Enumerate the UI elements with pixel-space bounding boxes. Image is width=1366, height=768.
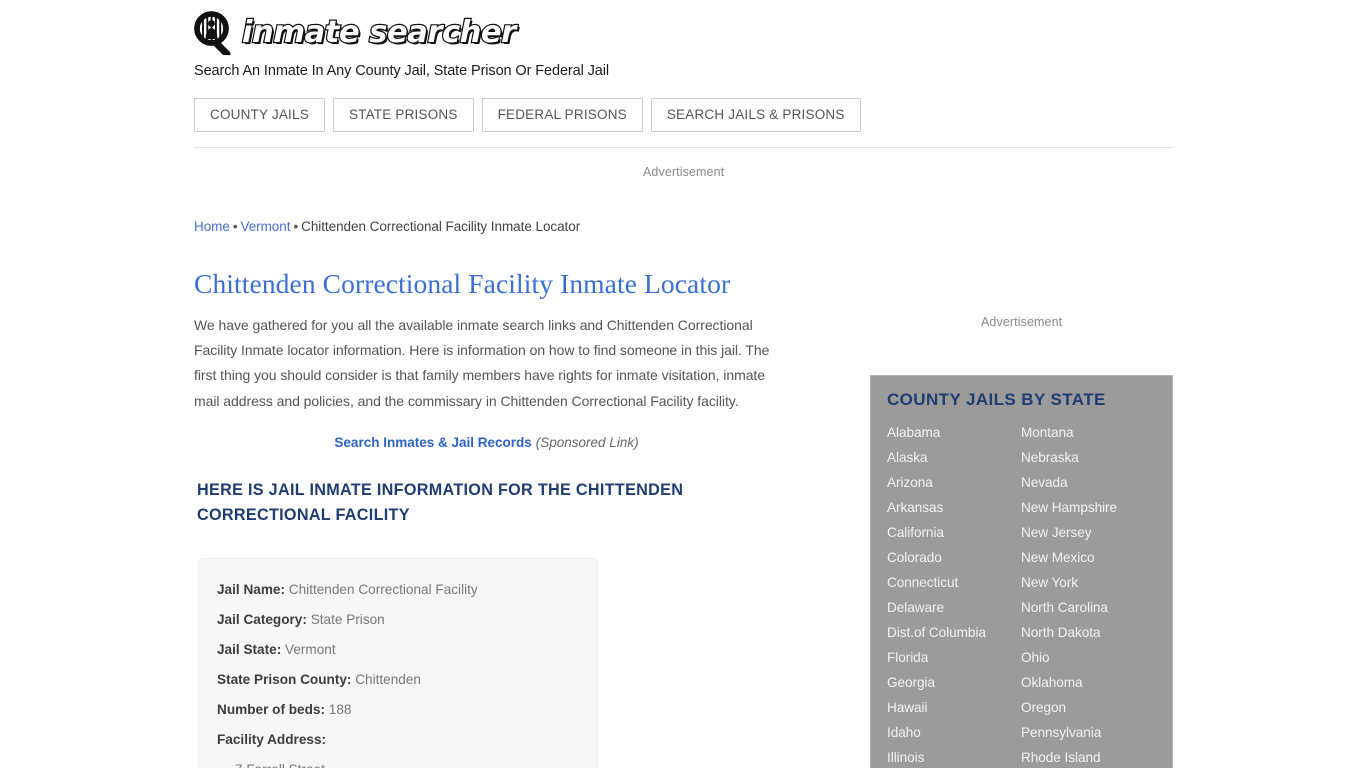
info-row-facility-address: Facility Address: <box>217 725 579 755</box>
state-link-florida[interactable]: Florida <box>887 645 1021 670</box>
state-link-arizona[interactable]: Arizona <box>887 470 1021 495</box>
state-links-grid: Alabama Montana Alaska Nebraska Arizona … <box>887 420 1156 768</box>
state-link-hawaii[interactable]: Hawaii <box>887 695 1021 720</box>
info-value: 188 <box>328 702 352 717</box>
sidebar-advertisement-label: Advertisement <box>981 315 1063 329</box>
info-row-jail-category: Jail Category: State Prison <box>217 605 579 635</box>
site-tagline: Search An Inmate In Any County Jail, Sta… <box>194 63 610 79</box>
state-link-montana[interactable]: Montana <box>1021 420 1156 445</box>
breadcrumb-home-link[interactable]: Home <box>194 219 230 234</box>
site-logo[interactable]: inmate searcher <box>194 10 1174 58</box>
info-value: State Prison <box>310 612 385 627</box>
main-navigation: COUNTY JAILS STATE PRISONS FEDERAL PRISO… <box>194 98 861 132</box>
intro-paragraph: We have gathered for you all the availab… <box>194 317 770 409</box>
nav-item-search-jails-prisons[interactable]: SEARCH JAILS & PRISONS <box>650 98 861 132</box>
breadcrumb-separator: • <box>293 219 299 234</box>
sponsored-link-tag: (Sponsored Link) <box>535 435 639 450</box>
breadcrumb-state-link[interactable]: Vermont <box>241 219 291 234</box>
top-advertisement-label: Advertisement <box>643 165 725 179</box>
sponsored-link-row: Search Inmates & Jail Records (Sponsored … <box>194 435 779 450</box>
state-link-dist-of-columbia[interactable]: Dist.of Columbia <box>887 620 1021 645</box>
breadcrumb: Home • Vermont • Chittenden Correctional Fac… <box>194 219 580 234</box>
magnifier-prison-bars-icon <box>194 11 240 58</box>
page-title: Chittenden Correctional Facility Inmate … <box>194 268 731 299</box>
section-heading: HERE IS JAIL INMATE INFORMATION FOR THE … <box>197 481 684 524</box>
state-link-new-mexico[interactable]: New Mexico <box>1021 545 1156 570</box>
nav-item-federal-prisons[interactable]: FEDERAL PRISONS <box>481 98 643 132</box>
info-label: Facility Address: <box>217 732 327 747</box>
state-link-nebraska[interactable]: Nebraska <box>1021 445 1156 470</box>
state-link-california[interactable]: California <box>887 520 1021 545</box>
state-link-connecticut[interactable]: Connecticut <box>887 570 1021 595</box>
state-link-new-jersey[interactable]: New Jersey <box>1021 520 1156 545</box>
breadcrumb-current-page: Chittenden Correctional Facility Inmate … <box>301 219 581 234</box>
info-label: Jail Category: <box>217 612 307 627</box>
state-link-rhode-island[interactable]: Rhode Island <box>1021 745 1156 768</box>
county-jails-by-state-widget: COUNTY JAILS BY STATE Alabama Montana Al… <box>870 375 1173 768</box>
info-row-state-prison-county: State Prison County: Chittenden <box>217 665 579 695</box>
header-divider <box>194 147 1172 148</box>
state-link-colorado[interactable]: Colorado <box>887 545 1021 570</box>
sidebar-title: COUNTY JAILS BY STATE <box>887 390 1106 409</box>
info-value: Chittenden <box>355 672 421 687</box>
state-link-new-hampshire[interactable]: New Hampshire <box>1021 495 1156 520</box>
info-row-number-of-beds: Number of beds: 188 <box>217 695 579 725</box>
info-row-jail-state: Jail State: Vermont <box>217 635 579 665</box>
state-link-nevada[interactable]: Nevada <box>1021 470 1156 495</box>
info-label: Number of beds: <box>217 702 325 717</box>
nav-item-state-prisons[interactable]: STATE PRISONS <box>332 98 474 132</box>
info-label: State Prison County: <box>217 672 352 687</box>
info-label: Jail Name: <box>217 582 286 597</box>
state-link-ohio[interactable]: Ohio <box>1021 645 1156 670</box>
state-link-pennsylvania[interactable]: Pennsylvania <box>1021 720 1156 745</box>
logo-wordmark: inmate searcher <box>241 14 518 50</box>
state-link-idaho[interactable]: Idaho <box>887 720 1021 745</box>
state-link-north-dakota[interactable]: North Dakota <box>1021 620 1156 645</box>
nav-item-county-jails[interactable]: COUNTY JAILS <box>194 98 325 132</box>
info-value: Chittenden Correctional Facility <box>288 582 478 597</box>
state-link-georgia[interactable]: Georgia <box>887 670 1021 695</box>
state-link-delaware[interactable]: Delaware <box>887 595 1021 620</box>
state-link-alaska[interactable]: Alaska <box>887 445 1021 470</box>
jail-info-card: Jail Name: Chittenden Correctional Facil… <box>198 558 598 768</box>
page-root: inmate searcher Search An Inmate In Any … <box>0 0 1366 768</box>
state-link-oregon[interactable]: Oregon <box>1021 695 1156 720</box>
state-link-illinois[interactable]: Illinois <box>887 745 1021 768</box>
info-value: Vermont <box>285 642 336 657</box>
search-inmates-jail-records-link[interactable]: Search Inmates & Jail Records <box>334 435 531 450</box>
breadcrumb-separator: • <box>232 219 238 234</box>
info-label: Jail State: <box>217 642 282 657</box>
state-link-arkansas[interactable]: Arkansas <box>887 495 1021 520</box>
state-link-oklahoma[interactable]: Oklahoma <box>1021 670 1156 695</box>
site-header: inmate searcher Search An Inmate In Any … <box>194 10 1174 79</box>
facility-address-line1: 7 Farrell Street <box>217 755 579 768</box>
state-link-north-carolina[interactable]: North Carolina <box>1021 595 1156 620</box>
info-row-jail-name: Jail Name: Chittenden Correctional Facil… <box>217 575 579 605</box>
state-link-alabama[interactable]: Alabama <box>887 420 1021 445</box>
state-link-new-york[interactable]: New York <box>1021 570 1156 595</box>
